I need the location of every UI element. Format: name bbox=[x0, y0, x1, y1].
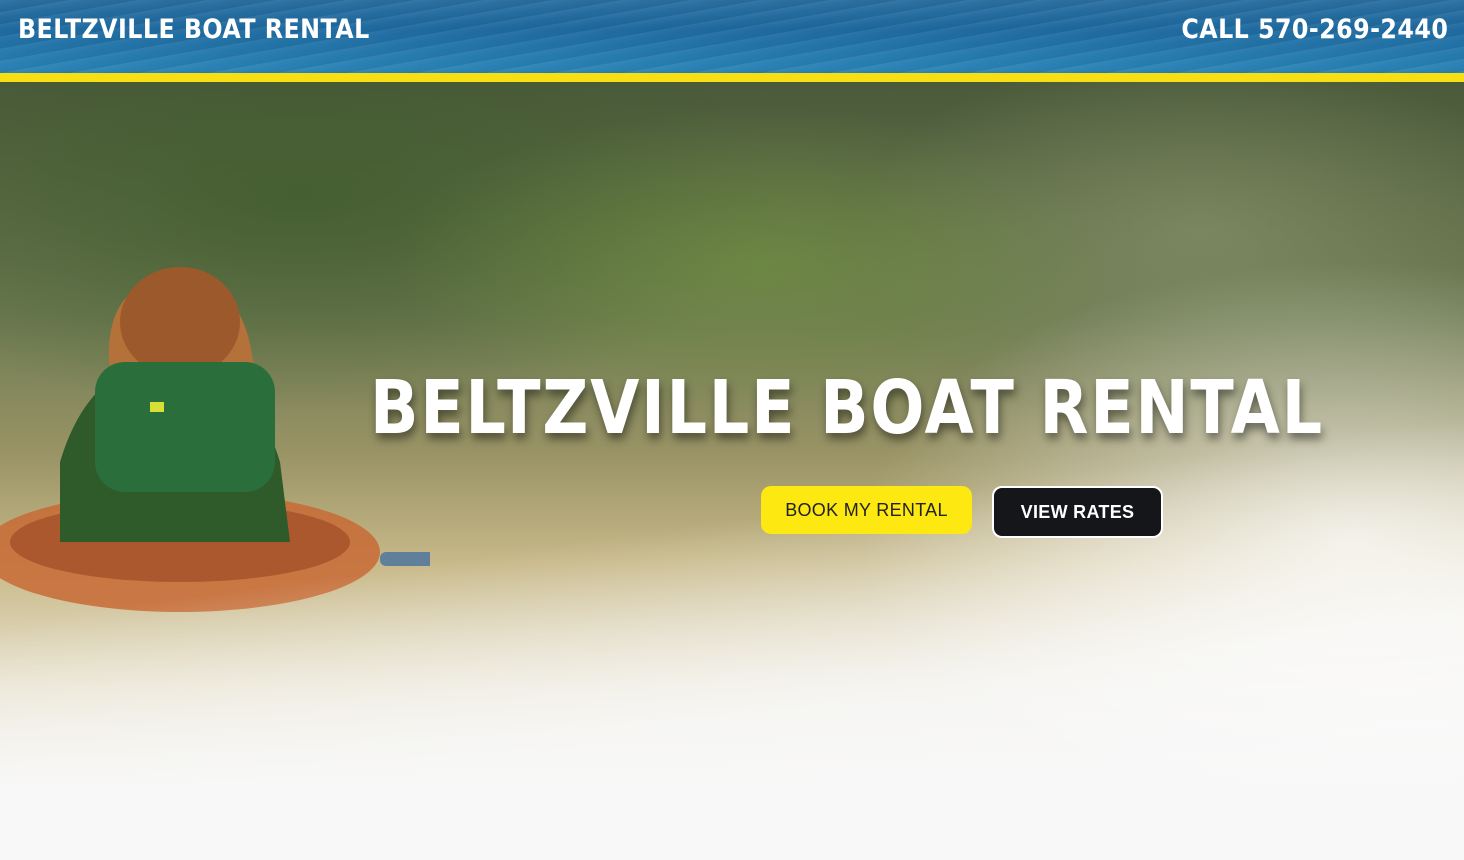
site-header: BELTZVILLE BOAT RENTAL CALL 570-269-2440 bbox=[0, 0, 1464, 73]
hero-light-overlay bbox=[0, 82, 1464, 860]
hero-title: BELTZVILLE BOAT RENTAL bbox=[370, 365, 1324, 451]
phone-call-link[interactable]: CALL 570-269-2440 bbox=[1181, 14, 1448, 45]
site-logo-text[interactable]: BELTZVILLE BOAT RENTAL bbox=[18, 14, 370, 45]
hero-section: BELTZVILLE BOAT RENTAL BOOK MY RENTAL VI… bbox=[0, 82, 1464, 860]
accent-stripe bbox=[0, 73, 1464, 82]
view-rates-button[interactable]: VIEW RATES bbox=[992, 486, 1163, 538]
book-my-rental-button[interactable]: BOOK MY RENTAL bbox=[761, 486, 972, 534]
